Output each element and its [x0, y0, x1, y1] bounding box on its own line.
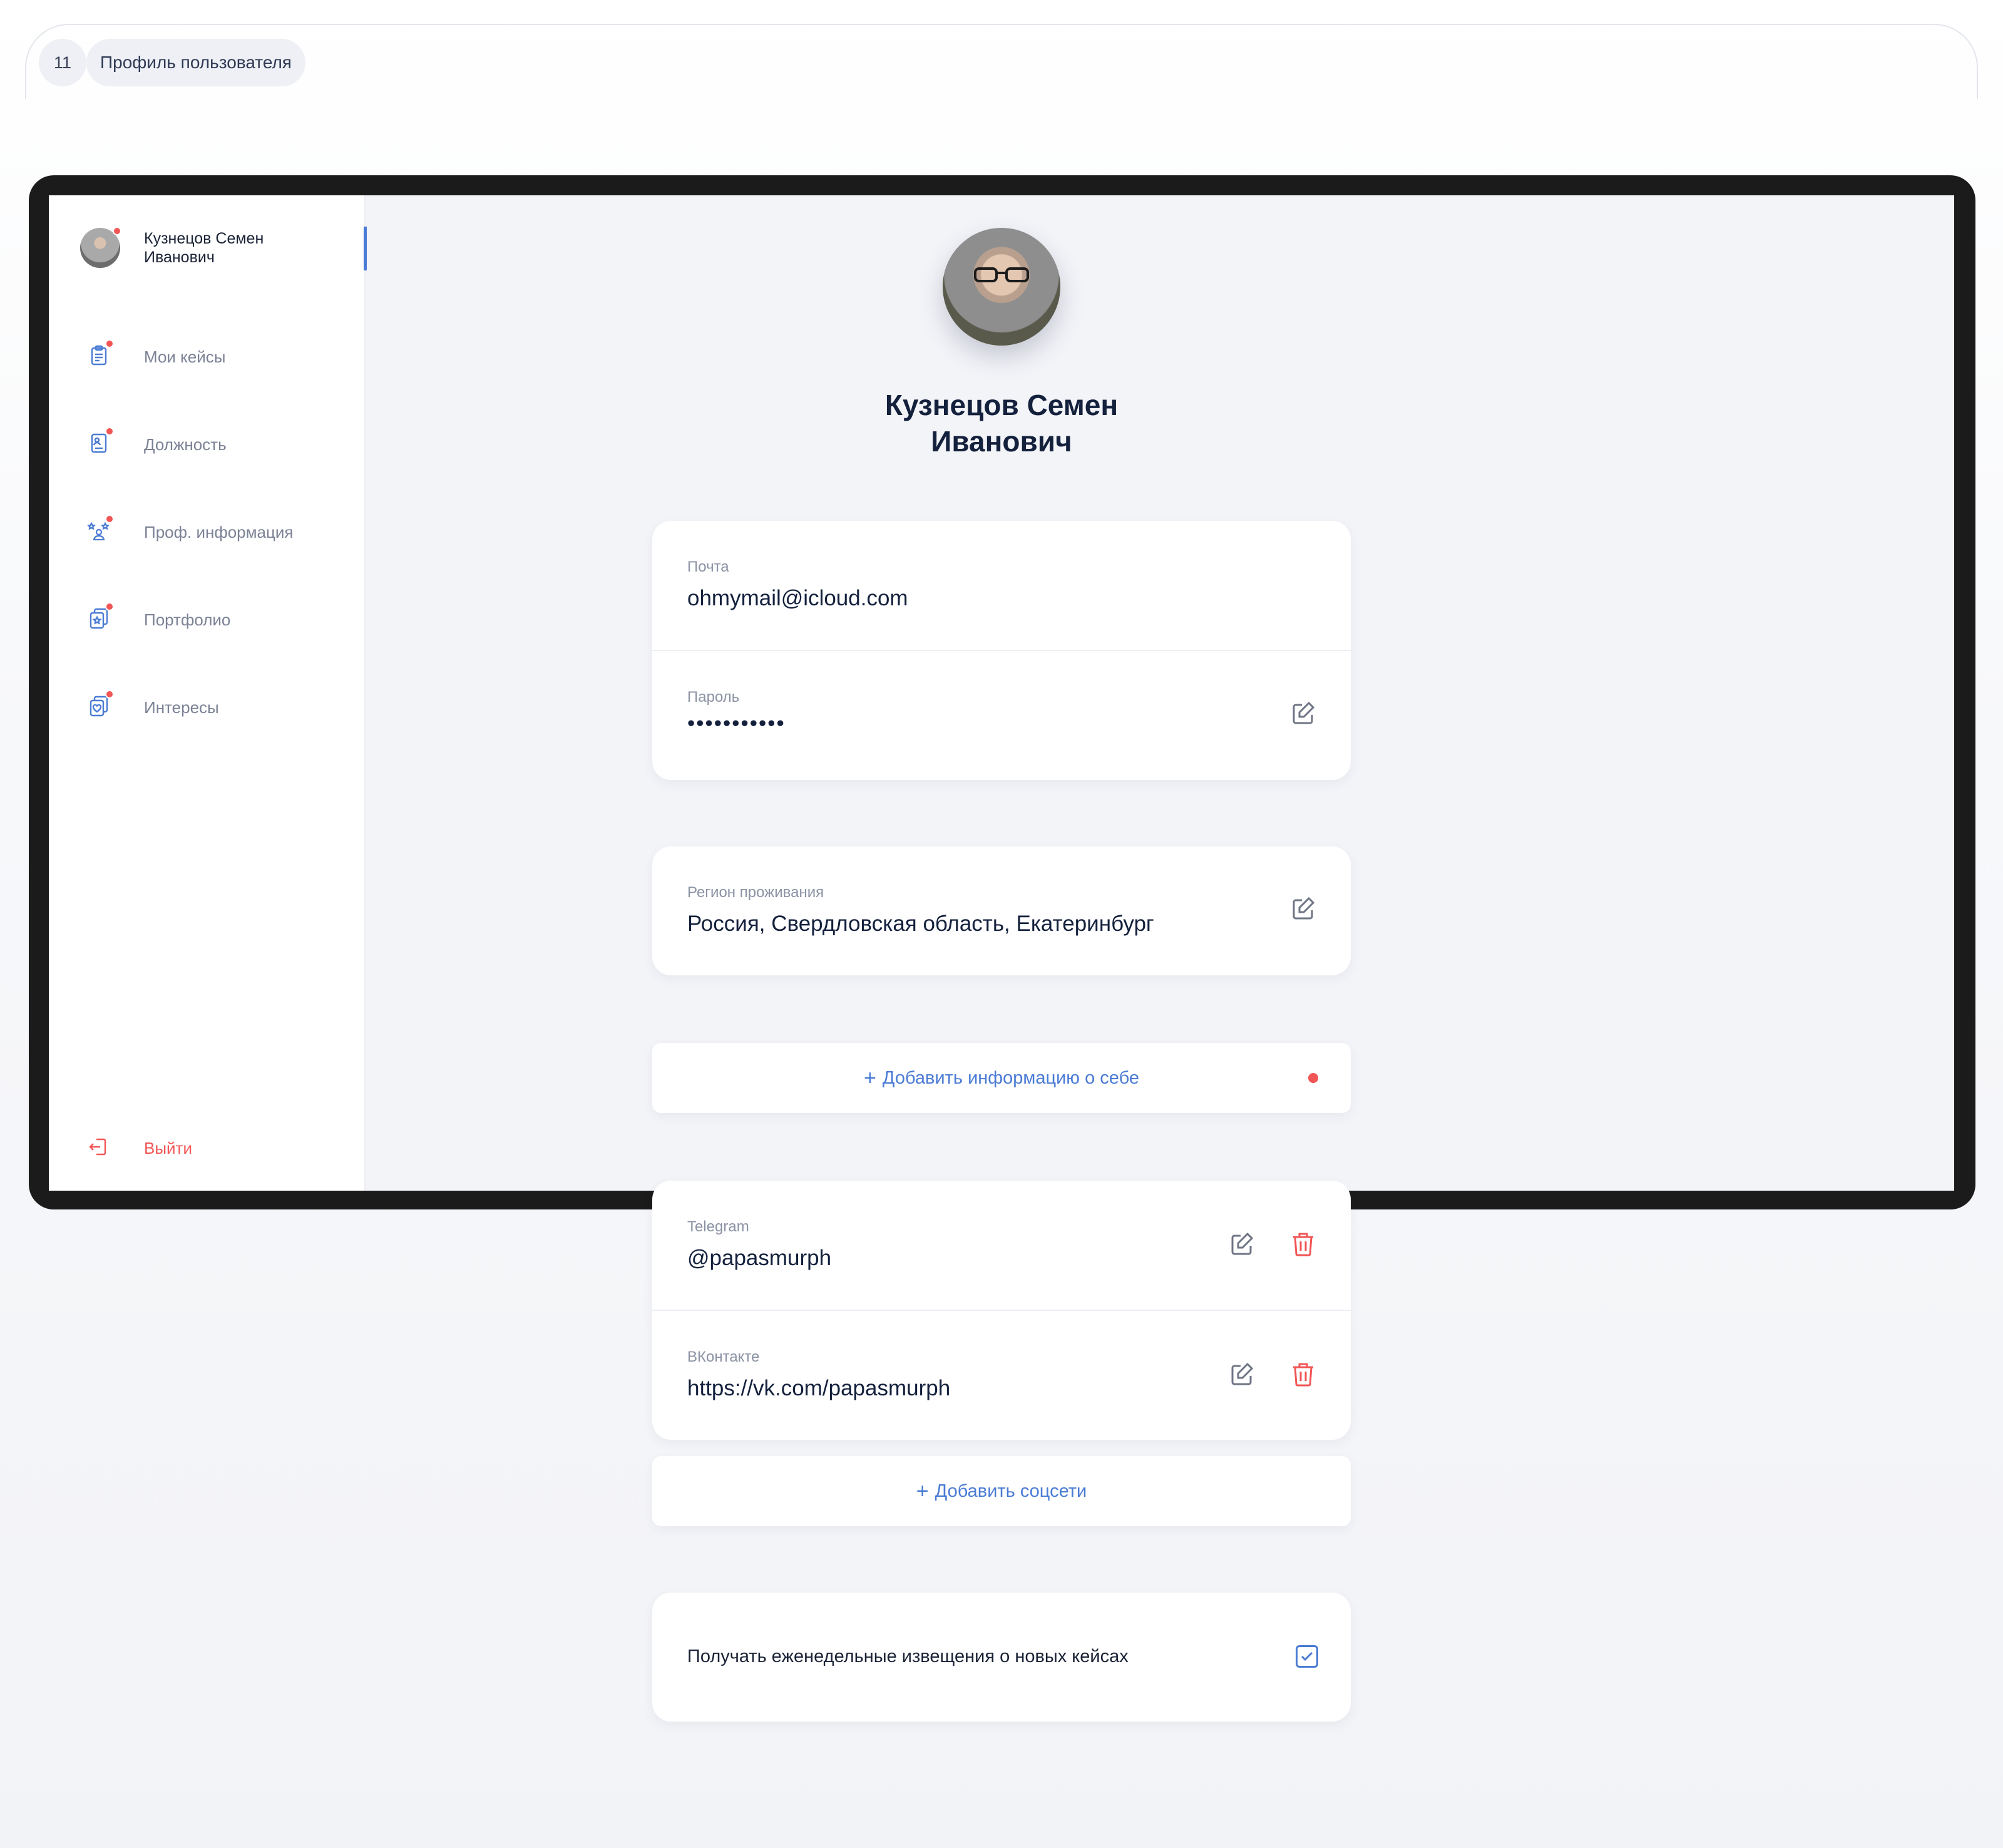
- avatar: [80, 227, 121, 268]
- sidebar-item-label: Должность: [144, 435, 227, 454]
- notification-dot: [105, 427, 114, 436]
- email-row: Почта ohmymail@icloud.com: [652, 521, 1351, 650]
- notification-dot: [105, 690, 114, 699]
- edit-password-button[interactable]: [1288, 699, 1318, 729]
- edit-vk-button[interactable]: [1227, 1360, 1257, 1390]
- plus-icon: +: [864, 1065, 876, 1090]
- sidebar-item-position[interactable]: Должность: [86, 424, 337, 462]
- add-social-link: + Добавить соцсети: [652, 1456, 1351, 1526]
- social-row-telegram: Telegram @papasmurph: [652, 1181, 1351, 1310]
- sidebar-item-label: Портфолио: [144, 610, 231, 629]
- notification-dot: [113, 227, 121, 235]
- delete-telegram-button[interactable]: [1288, 1229, 1318, 1260]
- glasses-detail: [974, 267, 1029, 282]
- check-icon: [1301, 1651, 1313, 1661]
- email-value: ohmymail@icloud.com: [687, 586, 908, 610]
- sidebar-user-name: Кузнецов Семен Иванович: [144, 230, 264, 266]
- password-label: Пароль: [687, 689, 740, 706]
- sidebar: Кузнецов Семен Иванович Мои кейсы Должно…: [49, 195, 367, 1191]
- social-label: ВКонтакте: [687, 1348, 760, 1365]
- edit-region-button[interactable]: [1288, 894, 1318, 924]
- sidebar-item-interests[interactable]: Интересы: [86, 687, 337, 725]
- region-value: Россия, Свердловская область, Екатеринбу…: [687, 911, 1154, 936]
- sidebar-item-label: Мои кейсы: [144, 347, 226, 366]
- edit-telegram-button[interactable]: [1227, 1229, 1257, 1260]
- logout-button[interactable]: Выйти: [86, 1128, 337, 1166]
- sidebar-item-cases[interactable]: Мои кейсы: [86, 337, 337, 374]
- social-value: @papasmurph: [687, 1246, 832, 1270]
- edit-icon: [1293, 896, 1315, 920]
- add-info-button[interactable]: + Добавить информацию о себе: [652, 1043, 1351, 1113]
- notification-dot: [105, 602, 114, 611]
- step-number: 11: [39, 39, 86, 86]
- email-label: Почта: [687, 558, 729, 575]
- social-label: Telegram: [687, 1218, 749, 1235]
- social-row-vk: ВКонтакте https://vk.com/papasmurph: [652, 1311, 1351, 1440]
- edit-icon: [1231, 1362, 1254, 1385]
- sidebar-item-label: Проф. информация: [144, 523, 294, 542]
- profile-avatar[interactable]: [943, 228, 1060, 346]
- step-title: Профиль пользователя: [86, 39, 305, 86]
- sidebar-user[interactable]: Кузнецов Семен Иванович: [80, 227, 367, 270]
- active-indicator: [364, 227, 367, 270]
- socials-card: Telegram @papasmurph ВКонтакте https://v…: [652, 1181, 1351, 1440]
- edit-icon: [1231, 1232, 1254, 1255]
- password-row: Пароль •••••••••••: [652, 651, 1351, 780]
- sidebar-item-prof-info[interactable]: Проф. информация: [86, 512, 337, 550]
- notification-dot: [1308, 1073, 1318, 1083]
- notify-card: Получать еженедельные извещения о новых …: [652, 1593, 1351, 1722]
- region-card: Регион проживания Россия, Свердловская о…: [652, 846, 1351, 975]
- plus-icon: +: [916, 1479, 929, 1503]
- notification-dot: [105, 515, 114, 523]
- password-value: •••••••••••: [687, 711, 786, 736]
- sidebar-item-portfolio[interactable]: Портфолио: [86, 600, 337, 637]
- logout-label: Выйти: [144, 1139, 192, 1158]
- notification-dot: [105, 339, 114, 348]
- notify-checkbox[interactable]: [1296, 1645, 1318, 1668]
- trash-icon: [1293, 1363, 1313, 1387]
- region-label: Регион проживания: [687, 884, 824, 901]
- add-info-label: Добавить информацию о себе: [882, 1067, 1139, 1088]
- logout-icon: [89, 1138, 106, 1156]
- region-row: Регион проживания Россия, Свердловская о…: [652, 846, 1351, 975]
- edit-icon: [1293, 701, 1315, 724]
- sidebar-item-label: Интересы: [144, 698, 219, 717]
- header-frame-line: [25, 24, 1978, 99]
- add-social-button[interactable]: + Добавить соцсети: [652, 1456, 1351, 1526]
- credentials-card: Почта ohmymail@icloud.com Пароль •••••••…: [652, 521, 1351, 780]
- add-social-label: Добавить соцсети: [935, 1481, 1087, 1501]
- notify-label: Получать еженедельные извещения о новых …: [687, 1646, 1129, 1666]
- profile-name: Кузнецов Семен Иванович: [884, 389, 1119, 458]
- social-value: https://vk.com/papasmurph: [687, 1376, 951, 1400]
- delete-vk-button[interactable]: [1288, 1360, 1318, 1390]
- trash-icon: [1293, 1233, 1313, 1256]
- add-info-link: + Добавить информацию о себе: [652, 1043, 1351, 1113]
